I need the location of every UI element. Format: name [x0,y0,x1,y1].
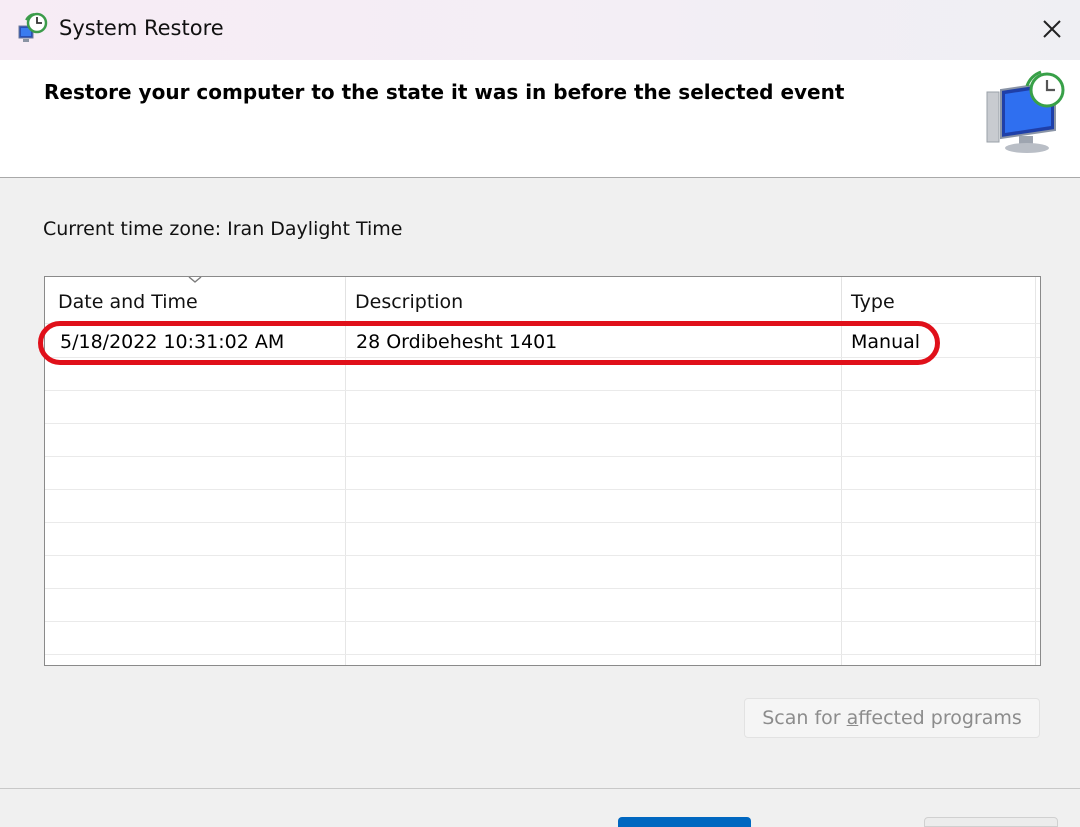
column-header-description[interactable]: Description [355,291,463,313]
window-title: System Restore [59,16,224,40]
row-divider [45,654,1040,655]
row-divider [45,621,1040,622]
page-title: Restore your computer to the state it wa… [44,80,845,104]
row-divider [45,423,1040,424]
column-header-date-time[interactable]: Date and Time [58,291,198,313]
row-divider [45,588,1040,589]
close-icon[interactable] [1030,8,1074,50]
title-bar: System Restore [0,0,1080,60]
scan-mnemonic: a [846,707,859,729]
scan-affected-programs-button[interactable]: Scan for affected programs [744,698,1040,738]
row-divider [45,555,1040,556]
system-restore-monitor-clock-icon [986,70,1065,153]
chevron-down-icon [188,277,202,283]
scan-label-start: Scan for [762,707,847,729]
row-divider [45,456,1040,457]
row-divider [45,522,1040,523]
footer-bar [0,788,1080,827]
row-divider [45,489,1040,490]
system-restore-icon [18,12,48,42]
highlight-annotation [38,321,940,365]
header-panel: Restore your computer to the state it wa… [0,60,1080,178]
next-button[interactable] [618,817,751,827]
header-separator [841,279,842,319]
column-divider [1035,277,1036,665]
row-divider [45,390,1040,391]
timezone-label: Current time zone: Iran Daylight Time [43,218,403,240]
scan-label-end: ffected programs [858,707,1022,729]
cancel-button[interactable] [924,817,1058,827]
header-separator [345,279,346,319]
column-header-type[interactable]: Type [851,291,895,313]
